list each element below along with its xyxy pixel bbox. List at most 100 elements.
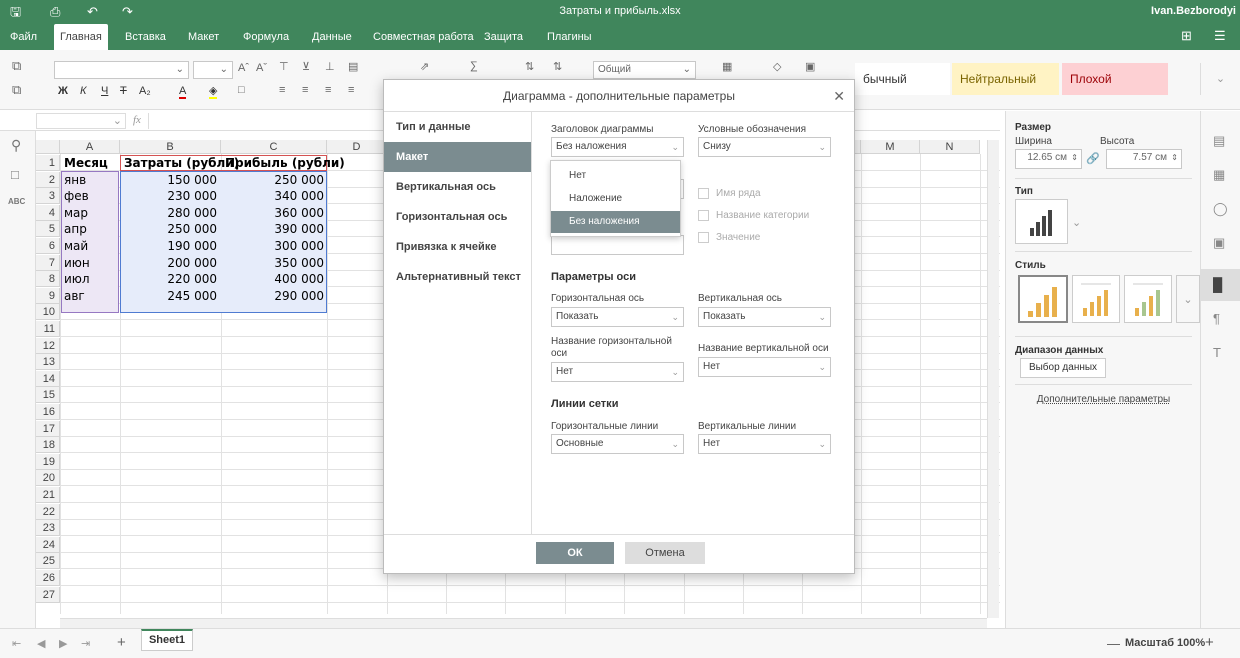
chart-style-3[interactable] [1124, 275, 1172, 323]
row-header[interactable]: 11 [36, 321, 60, 337]
add-sheet-icon[interactable]: + [117, 634, 126, 651]
v-lines-select[interactable]: Нет ⌄ [698, 434, 831, 454]
chart-style-2[interactable] [1072, 275, 1120, 323]
row-header[interactable]: 25 [36, 553, 60, 570]
option-overlay[interactable]: Наложение [551, 188, 680, 210]
close-icon[interactable]: ✕ [833, 88, 845, 105]
profit-cell[interactable]: 360 000 [222, 205, 327, 221]
v-axis-select[interactable]: Показать ⌄ [698, 307, 831, 327]
profit-cell[interactable]: 290 000 [222, 288, 327, 304]
cond-format-icon[interactable]: ▦ [722, 60, 732, 73]
first-sheet-icon[interactable]: ⇤ [12, 637, 21, 650]
orientation-icon[interactable]: ⇗ [420, 60, 429, 73]
clear-icon[interactable]: ◇ [773, 60, 781, 73]
row-header[interactable]: 21 [36, 487, 60, 503]
merge-icon[interactable]: ≡ [348, 84, 354, 96]
style-normal[interactable]: бычный [855, 63, 950, 95]
cost-cell[interactable]: 200 000 [121, 255, 220, 271]
nav-type-data[interactable]: Тип и данные [384, 112, 531, 142]
profit-cell[interactable]: 390 000 [222, 221, 327, 237]
cost-cell[interactable]: 190 000 [121, 238, 220, 254]
align-top-icon[interactable]: ⊤ [279, 60, 289, 73]
sum-icon[interactable]: ∑ [470, 60, 478, 72]
number-format-combo[interactable]: Общий ⌄ [593, 61, 696, 79]
row-header[interactable]: 19 [36, 453, 60, 470]
month-cell[interactable]: апр [61, 221, 119, 237]
height-input[interactable]: 7.57 см ⇕ [1106, 149, 1182, 169]
nav-cell-snap[interactable]: Привязка к ячейке [384, 232, 531, 262]
copy-icon[interactable]: ⧉ [12, 58, 21, 74]
nav-horizontal-axis[interactable]: Горизонтальная ось [384, 202, 531, 232]
month-cell[interactable]: фев [61, 188, 119, 204]
width-input[interactable]: 12.65 см ⇕ [1015, 149, 1082, 169]
row-header[interactable]: 1 [36, 155, 60, 171]
cost-cell[interactable]: 150 000 [121, 172, 220, 188]
cost-cell[interactable]: 245 000 [121, 288, 220, 304]
sort-desc-icon[interactable]: ⇅ [553, 60, 562, 73]
hamburger-icon[interactable]: ☰ [1214, 28, 1226, 44]
nav-alt-text[interactable]: Альтернативный текст [384, 262, 531, 292]
menu-file[interactable]: Файл [4, 24, 43, 50]
bold-icon[interactable]: Ж [58, 85, 68, 97]
underline-icon[interactable]: Ч [101, 85, 108, 97]
fill-color-icon[interactable]: ◈ [209, 84, 218, 99]
strikethrough-icon[interactable]: Т [120, 85, 127, 97]
style-neutral[interactable]: Нейтральный [952, 63, 1059, 95]
borders-icon[interactable]: □ [238, 84, 245, 96]
h-axis-title-select[interactable]: Нет ⌄ [551, 362, 684, 382]
profit-cell[interactable]: 340 000 [222, 188, 327, 204]
row-header[interactable]: 20 [36, 470, 60, 487]
legend-select[interactable]: Снизу ⌄ [698, 137, 831, 157]
cost-cell[interactable]: 280 000 [121, 205, 220, 221]
horizontal-scrollbar[interactable] [60, 618, 987, 628]
font-color-icon[interactable]: A [179, 85, 187, 99]
vertical-scrollbar[interactable] [987, 140, 999, 618]
paste-icon[interactable]: ⧉ [12, 82, 21, 98]
sheet-tab[interactable]: Sheet1 [141, 629, 193, 651]
image-settings-icon[interactable]: ▣ [1213, 235, 1225, 251]
h-lines-select[interactable]: Основные ⌄ [551, 434, 684, 454]
style-bad[interactable]: Плохой [1062, 63, 1168, 95]
font-size-combo[interactable]: ⌄ [193, 61, 233, 79]
last-sheet-icon[interactable]: ⇥ [81, 637, 90, 650]
styles-expand-icon[interactable]: ⌄ [1200, 63, 1240, 95]
table-template-icon[interactable]: ▣ [805, 60, 815, 73]
increase-font-icon[interactable]: Aˆ [238, 62, 249, 74]
menu-home[interactable]: Главная [54, 24, 108, 50]
row-header[interactable]: 3 [36, 188, 60, 205]
menu-data[interactable]: Данные [306, 24, 358, 50]
month-cell[interactable]: июн [61, 255, 119, 271]
row-header[interactable]: 26 [36, 570, 60, 586]
zoom-in-icon[interactable]: + [1205, 634, 1214, 651]
wrap-icon[interactable]: ▤ [348, 60, 358, 73]
open-location-icon[interactable]: ⊞ [1181, 28, 1192, 44]
row-header[interactable]: 22 [36, 503, 60, 520]
menu-formula[interactable]: Формула [237, 24, 295, 50]
month-cell[interactable]: июл [61, 271, 119, 287]
link-icon[interactable]: 🔗 [1086, 152, 1100, 165]
chart-title-select[interactable]: Без наложения ⌄ [551, 137, 684, 157]
row-header[interactable]: 2 [36, 171, 60, 188]
row-header[interactable]: 24 [36, 536, 60, 553]
series-name-checkbox[interactable]: Имя ряда [698, 188, 761, 199]
paragraph-icon[interactable]: ¶ [1213, 311, 1220, 326]
row-header[interactable]: 23 [36, 520, 60, 537]
column-header[interactable]: B [120, 140, 221, 154]
cost-cell[interactable]: 220 000 [121, 271, 220, 287]
value-checkbox[interactable]: Значение [698, 232, 760, 243]
align-left-icon[interactable]: ≡ [279, 84, 285, 96]
row-header[interactable]: 16 [36, 404, 60, 420]
spellcheck-icon[interactable]: ABC [8, 197, 25, 206]
row-header[interactable]: 15 [36, 387, 60, 404]
type-dropdown-icon[interactable]: ⌄ [1072, 216, 1081, 229]
month-cell[interactable]: май [61, 238, 119, 254]
cell-settings-icon[interactable]: ▤ [1213, 133, 1225, 149]
align-center-icon[interactable]: ≡ [302, 84, 308, 96]
select-data-button[interactable]: Выбор данных [1020, 358, 1106, 378]
profit-cell[interactable]: 350 000 [222, 255, 327, 271]
align-bottom-icon[interactable]: ⊥ [325, 60, 335, 73]
decrease-font-icon[interactable]: Aˇ [256, 62, 267, 74]
h-axis-select[interactable]: Показать ⌄ [551, 307, 684, 327]
month-cell[interactable]: авг [61, 288, 119, 304]
advanced-settings-link[interactable]: Дополнительные параметры [1006, 394, 1201, 405]
